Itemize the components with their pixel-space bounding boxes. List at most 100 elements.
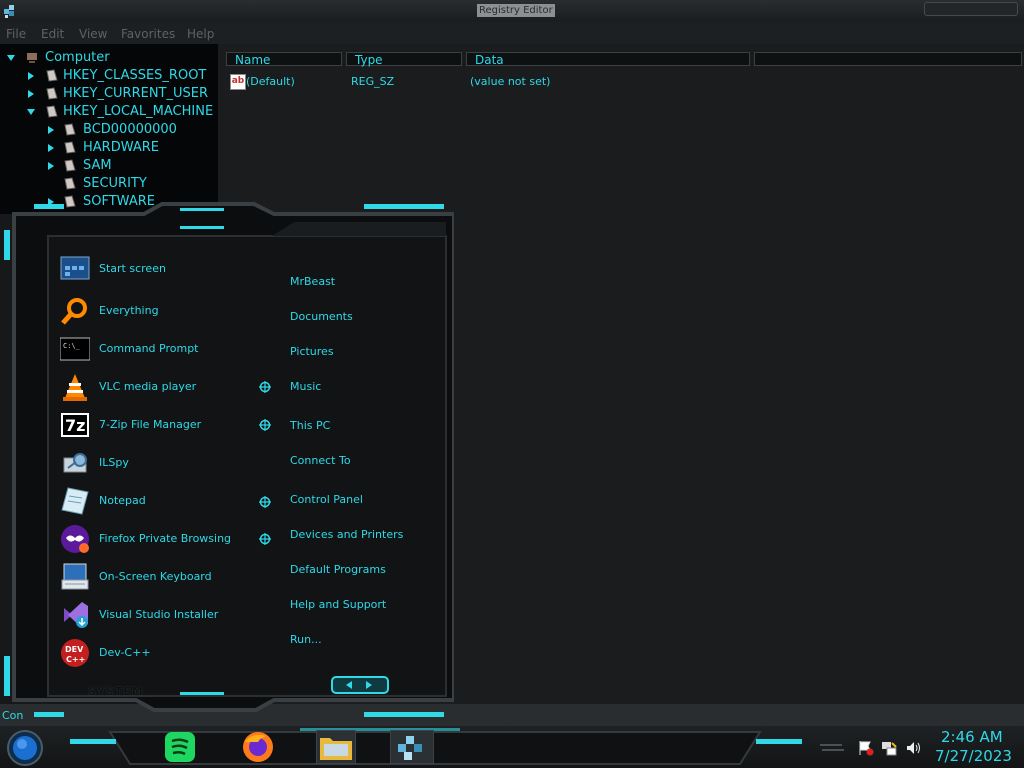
- svg-text:C++: C++: [66, 655, 85, 664]
- program-firefox-private[interactable]: Firefox Private Browsing: [56, 522, 266, 556]
- vlc-cone-icon: [63, 374, 87, 401]
- column-header-type[interactable]: Type: [346, 52, 462, 67]
- program-everything[interactable]: Everything: [56, 294, 266, 328]
- firefox-icon[interactable]: [240, 730, 276, 764]
- tree-label: SAM: [83, 158, 112, 173]
- program-7zip[interactable]: 7z 7-Zip File Manager: [56, 408, 266, 442]
- program-label: Command Prompt: [99, 342, 199, 355]
- program-vlc[interactable]: VLC media player: [56, 370, 266, 404]
- tree-label: HARDWARE: [83, 140, 159, 155]
- svg-text:DEV: DEV: [65, 645, 84, 654]
- place-devices-and-printers[interactable]: Devices and Printers: [290, 528, 403, 541]
- place-default-programs[interactable]: Default Programs: [290, 563, 386, 576]
- program-label: Everything: [99, 304, 159, 317]
- system-label: SYSTEM: [88, 685, 144, 698]
- spotify-icon[interactable]: [162, 730, 198, 764]
- registry-folder-icon: [46, 87, 58, 100]
- registry-tree[interactable]: Computer HKEY_CLASSES_ROOT HKEY_CURRENT_…: [0, 44, 218, 214]
- place-run[interactable]: Run...: [290, 633, 322, 646]
- submenu-diamond-icon: [259, 419, 271, 431]
- registry-editor-icon[interactable]: [390, 730, 434, 764]
- menu-file[interactable]: File: [6, 27, 26, 41]
- expand-arrow-icon[interactable]: [26, 107, 36, 117]
- program-ilspy[interactable]: ILSpy: [56, 446, 266, 480]
- program-label: Firefox Private Browsing: [99, 532, 232, 545]
- svg-text:7z: 7z: [65, 416, 85, 435]
- place-control-panel[interactable]: Control Panel: [290, 493, 363, 506]
- menu-help[interactable]: Help: [187, 27, 214, 41]
- keyboard-icon: [61, 563, 89, 590]
- program-dev-cpp[interactable]: DEV C++ Dev-C++: [56, 636, 266, 670]
- submenu-diamond-icon: [259, 381, 271, 393]
- tree-label: SECURITY: [83, 176, 147, 191]
- visual-studio-installer-icon: [64, 602, 88, 628]
- program-label: Start screen: [99, 262, 166, 275]
- place-connect-to[interactable]: Connect To: [290, 454, 351, 467]
- network-icon[interactable]: [881, 740, 897, 756]
- search-magnifier-icon: [61, 298, 87, 325]
- registry-editor-app-icon[interactable]: [2, 3, 18, 19]
- window-title: Registry Editor: [477, 4, 555, 17]
- place-music[interactable]: Music: [290, 380, 321, 393]
- menu-view[interactable]: View: [79, 27, 107, 41]
- expand-arrow-icon[interactable]: [6, 53, 16, 63]
- menu-favorites[interactable]: Favorites: [121, 27, 175, 41]
- volume-icon[interactable]: [905, 740, 921, 756]
- tree-label: HKEY_CURRENT_USER: [63, 86, 209, 101]
- file-explorer-icon[interactable]: [316, 730, 356, 764]
- program-start-screen[interactable]: Start screen: [56, 252, 266, 286]
- collapse-arrow-icon[interactable]: [26, 89, 36, 99]
- place-documents[interactable]: Documents: [290, 310, 353, 323]
- registry-folder-icon: [64, 159, 76, 172]
- collapse-arrow-icon[interactable]: [26, 71, 36, 81]
- start-menu[interactable]: Start screen Everything C:\_ Command Pro…: [4, 200, 454, 720]
- registry-folder-icon: [64, 177, 76, 190]
- registry-folder-icon: [46, 69, 58, 82]
- string-value-icon: ab: [230, 74, 246, 90]
- tree-label: HKEY_CLASSES_ROOT: [63, 68, 207, 83]
- collapse-arrow-icon[interactable]: [46, 125, 56, 135]
- registry-folder-icon: [64, 123, 76, 136]
- program-label: Dev-C++: [99, 646, 151, 659]
- registry-folder-icon: [46, 105, 58, 118]
- title-bar[interactable]: Registry Editor: [0, 0, 1024, 23]
- devcpp-icon: DEVC++: [61, 639, 89, 667]
- submenu-diamond-icon: [259, 496, 271, 508]
- action-center-flag-icon[interactable]: [858, 740, 874, 756]
- registry-folder-icon: [64, 141, 76, 154]
- window-controls[interactable]: [924, 2, 1018, 16]
- program-label: Notepad: [99, 494, 146, 507]
- column-header-data[interactable]: Data: [466, 52, 750, 67]
- taskbar: 2:46 AM 7/27/2023: [0, 726, 1024, 768]
- program-visual-studio-installer[interactable]: Visual Studio Installer: [56, 598, 266, 632]
- cell-data: (value not set): [470, 75, 551, 88]
- program-label: VLC media player: [99, 380, 197, 393]
- menu-edit[interactable]: Edit: [41, 27, 64, 41]
- place-pictures[interactable]: Pictures: [290, 345, 334, 358]
- 7zip-icon: 7z: [61, 413, 89, 437]
- cell-name: (Default): [246, 75, 295, 88]
- tree-label: Computer: [45, 50, 110, 65]
- cell-type: REG_SZ: [351, 75, 395, 88]
- place-mrbeast[interactable]: MrBeast: [290, 275, 335, 288]
- program-on-screen-keyboard[interactable]: On-Screen Keyboard: [56, 560, 266, 594]
- notepad-icon: [61, 487, 89, 515]
- tree-label: BCD00000000: [83, 122, 177, 137]
- clock-time[interactable]: 2:46 AM: [941, 728, 1003, 746]
- firefox-private-icon: [61, 525, 89, 553]
- column-header-name[interactable]: Name: [226, 52, 342, 67]
- place-this-pc[interactable]: This PC: [290, 419, 330, 432]
- program-command-prompt[interactable]: C:\_ Command Prompt: [56, 332, 266, 366]
- clock-date[interactable]: 7/27/2023: [935, 747, 1012, 765]
- column-header-empty: [754, 52, 1022, 66]
- program-notepad[interactable]: Notepad: [56, 484, 266, 518]
- program-label: On-Screen Keyboard: [99, 570, 212, 583]
- place-help-and-support[interactable]: Help and Support: [290, 598, 386, 611]
- start-orb-button[interactable]: [6, 729, 44, 767]
- program-label: ILSpy: [99, 456, 129, 469]
- collapse-arrow-icon[interactable]: [46, 161, 56, 171]
- collapse-arrow-icon[interactable]: [46, 143, 56, 153]
- ilspy-icon: [63, 453, 87, 473]
- tree-label: HKEY_LOCAL_MACHINE: [63, 104, 214, 119]
- submenu-diamond-icon: [259, 533, 271, 545]
